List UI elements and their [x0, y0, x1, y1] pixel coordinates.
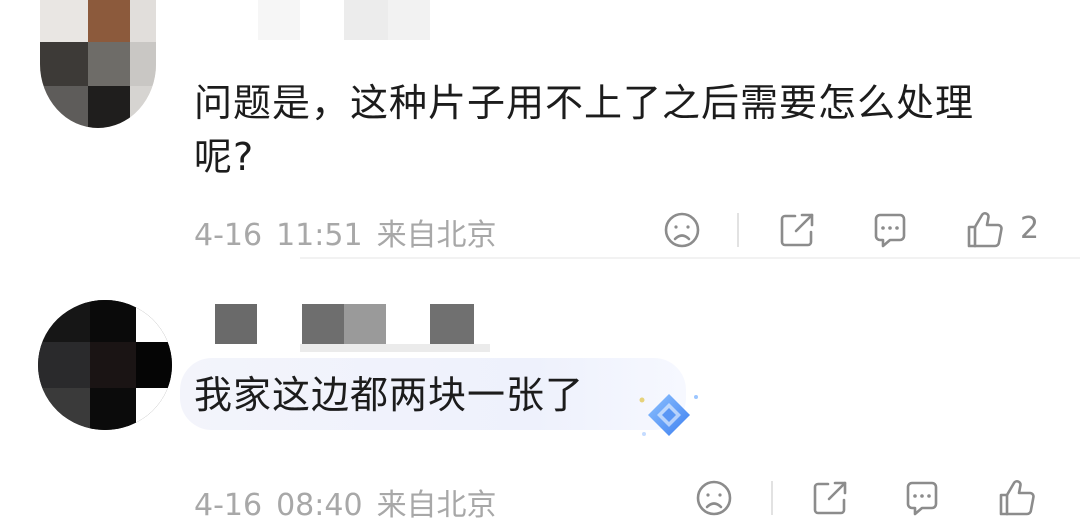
comment-time: 08:40: [276, 488, 363, 523]
avatar[interactable]: [40, 0, 156, 128]
comment-location: 来自北京: [376, 218, 497, 253]
like-count: 2: [1020, 211, 1040, 246]
comment-text: 我家这边都两块一张了: [194, 368, 674, 422]
avatar[interactable]: [38, 300, 172, 430]
share-button[interactable]: [808, 476, 852, 520]
comment-text: 问题是，这种片子用不上了之后需要怎么处理 呢?: [194, 76, 1054, 184]
comment-meta: 4-16 08:40 来自北京: [194, 480, 511, 524]
comment-text-line: 呢?: [194, 135, 255, 179]
dislike-button[interactable]: [660, 208, 704, 252]
thumbs-up-icon: [967, 212, 1003, 248]
action-divider: [771, 481, 773, 515]
sad-face-icon: [664, 212, 700, 248]
comment-meta: 4-16 11:51 来自北京: [194, 210, 511, 254]
comment-date: 4-16: [194, 488, 263, 523]
diamond-badge-icon: [636, 388, 702, 444]
share-icon: [780, 213, 814, 247]
comment-date: 4-16: [194, 218, 263, 253]
thumbs-up-icon: [999, 480, 1035, 516]
action-divider: [737, 213, 739, 247]
share-button[interactable]: [775, 208, 819, 252]
comment-location: 来自北京: [376, 488, 497, 523]
sad-face-icon: [696, 480, 732, 516]
share-icon: [813, 481, 847, 515]
comment-bubble-icon: [906, 481, 938, 516]
comment-text-line: 我家这边都两块一张了: [194, 373, 585, 417]
dislike-button[interactable]: [692, 476, 736, 520]
reply-button[interactable]: [900, 476, 944, 520]
like-button[interactable]: [995, 476, 1039, 520]
like-button[interactable]: [963, 208, 1007, 252]
comment-time: 11:51: [276, 218, 363, 253]
comment-divider: [300, 257, 1080, 259]
reply-button[interactable]: [868, 208, 912, 252]
comment-bubble-icon: [874, 213, 906, 248]
comment-text-line: 问题是，这种片子用不上了之后需要怎么处理: [194, 81, 975, 125]
